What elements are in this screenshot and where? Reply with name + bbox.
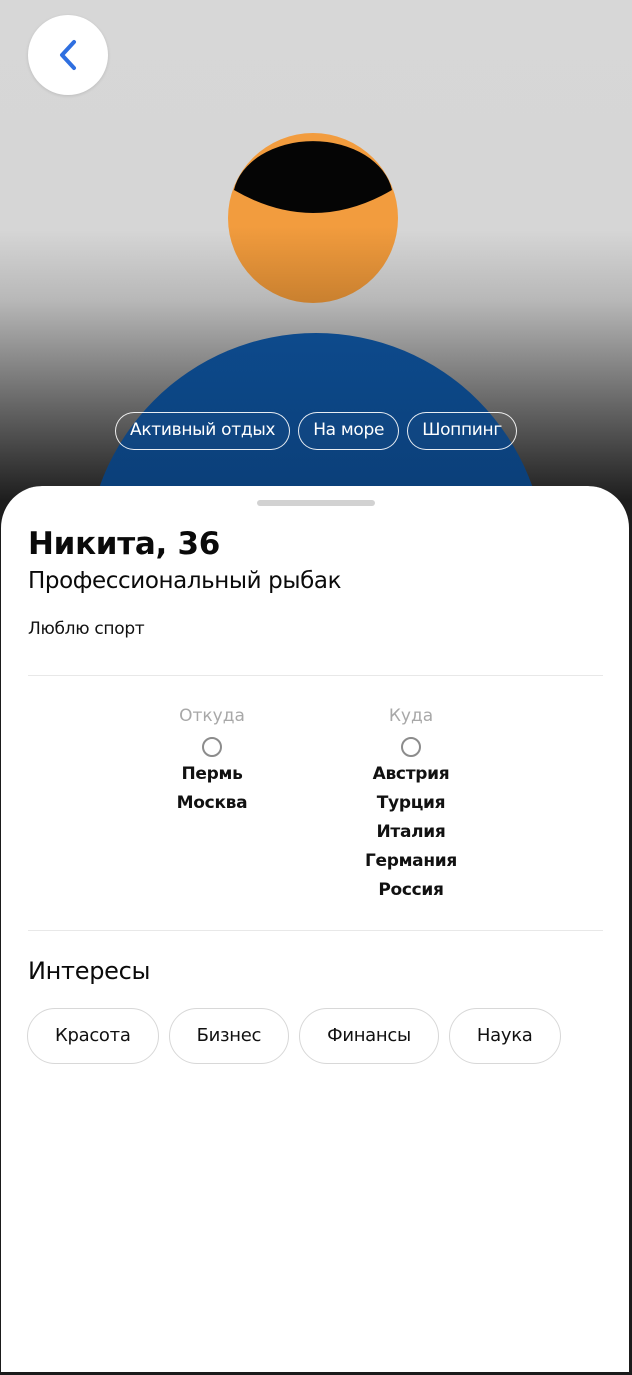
- route-to-radio-icon: [401, 737, 421, 757]
- route-to-country: Австрия: [372, 764, 450, 784]
- travel-tags: Активный отдых На море Шоппинг: [0, 412, 632, 450]
- travel-tag: Активный отдых: [115, 412, 291, 450]
- route-to-list: Австрия Турция Италия Германия Россия: [365, 760, 457, 905]
- route-from-label: Откуда: [179, 706, 245, 726]
- route-from: Откуда Пермь Москва: [112, 704, 312, 818]
- route-to-label: Куда: [388, 706, 434, 726]
- travel-tag: Шоппинг: [407, 412, 517, 450]
- route-to-country: Италия: [376, 822, 446, 842]
- divider: [28, 675, 603, 676]
- interests-chips: Красота Бизнес Финансы Наука: [27, 1008, 561, 1064]
- interest-chip[interactable]: Бизнес: [168, 1008, 290, 1064]
- route-to-country: Россия: [378, 880, 444, 900]
- profile-name-age: Никита, 36: [28, 526, 221, 562]
- interests-title: Интересы: [28, 957, 151, 985]
- route-from-city: Пермь: [181, 764, 243, 784]
- travel-tag: На море: [298, 412, 400, 450]
- profile-photo: Активный отдых На море Шоппинг: [0, 0, 632, 520]
- profile-about: Люблю спорт: [28, 619, 145, 639]
- interest-chip[interactable]: Финансы: [299, 1008, 439, 1064]
- interest-chip[interactable]: Красота: [27, 1008, 159, 1064]
- interest-chip[interactable]: Наука: [448, 1008, 561, 1064]
- back-button[interactable]: [28, 15, 108, 95]
- profile-sheet: Никита, 36 Профессиональный рыбак Люблю …: [0, 486, 630, 1372]
- profile-profession: Профессиональный рыбак: [28, 568, 342, 594]
- divider: [28, 930, 603, 931]
- route-from-city: Москва: [176, 793, 248, 813]
- route-to-country: Германия: [364, 851, 458, 871]
- sheet-drag-handle[interactable]: [257, 500, 375, 506]
- chevron-left-icon: [60, 40, 76, 70]
- route-from-list: Пермь Москва: [177, 760, 248, 818]
- route-to: Куда Австрия Турция Италия Германия Росс…: [311, 704, 511, 905]
- route-to-country: Турция: [376, 793, 446, 813]
- route-from-radio-icon: [202, 737, 222, 757]
